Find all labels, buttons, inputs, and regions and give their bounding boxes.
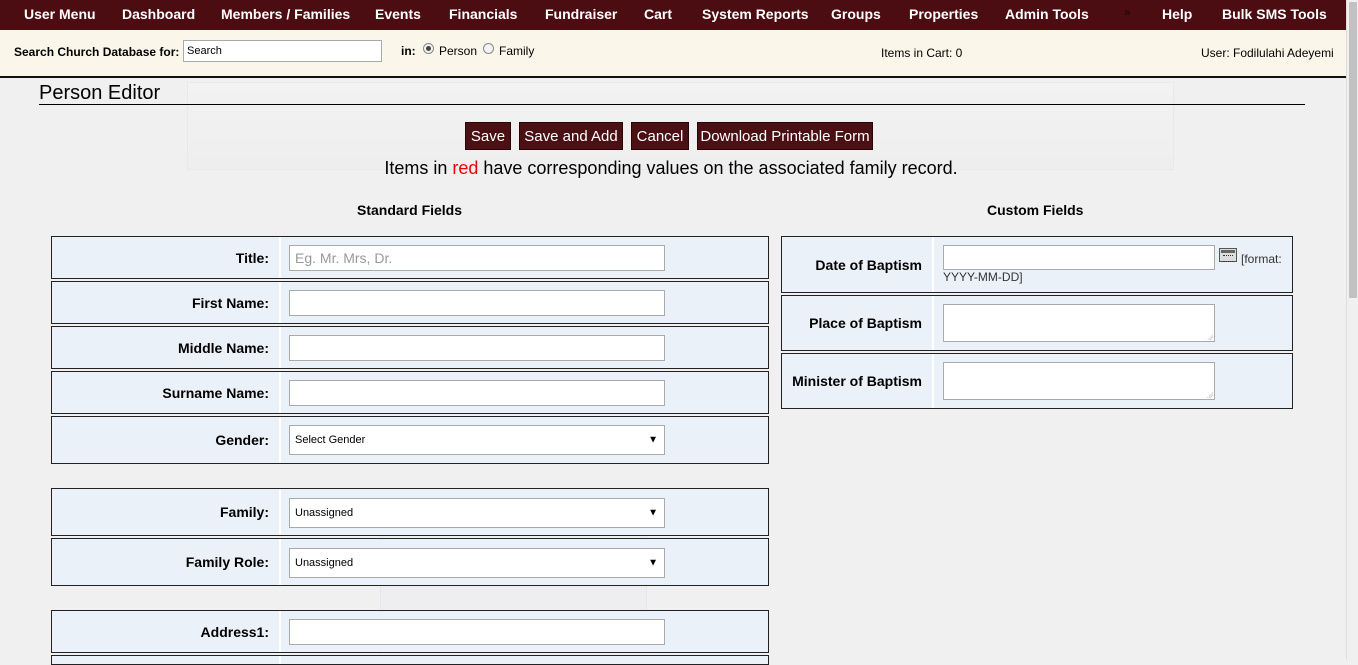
baptism-minister-textarea[interactable] — [943, 362, 1215, 400]
date-format-hint-2: YYYY-MM-DD] — [943, 270, 1023, 284]
note-text-red: red — [452, 158, 479, 178]
gender-select-value: Select Gender — [295, 434, 366, 446]
middle-name-input[interactable] — [289, 335, 665, 361]
address1-input[interactable] — [289, 619, 665, 645]
page-title: Person Editor — [39, 82, 161, 104]
baptism-date-row: Date of Baptism [format: YYYY-MM-DD] — [781, 236, 1293, 293]
gender-label: Gender: — [52, 417, 281, 463]
nav-properties[interactable]: Properties — [909, 6, 978, 22]
address2-label — [52, 656, 281, 664]
nav-fundraiser[interactable]: Fundraiser — [545, 6, 617, 22]
save-button[interactable]: Save — [465, 122, 511, 150]
note-text-after: have corresponding values on the associa… — [478, 158, 958, 178]
search-in-label: in: — [401, 44, 416, 58]
title-label: Title: — [52, 237, 281, 278]
address2-row — [51, 655, 769, 665]
family-role-select[interactable]: Unassigned ▼ — [289, 548, 665, 578]
family-label: Family: — [52, 489, 281, 535]
search-label: Search Church Database for: — [14, 45, 180, 59]
family-role-select-value: Unassigned — [295, 557, 354, 569]
standard-fields-heading: Standard Fields — [357, 202, 463, 218]
nav-system-reports[interactable]: System Reports — [702, 6, 809, 22]
gender-select[interactable]: Select Gender ▼ — [289, 425, 665, 455]
nav-separator: » — [1124, 5, 1131, 19]
first-name-input[interactable] — [289, 290, 665, 316]
surname-row: Surname Name: — [51, 371, 769, 414]
nav-events[interactable]: Events — [375, 6, 421, 22]
cart-count[interactable]: Items in Cart: 0 — [881, 46, 962, 60]
baptism-minister-label: Minister of Baptism — [782, 354, 934, 408]
cancel-button[interactable]: Cancel — [631, 122, 689, 150]
custom-fields-heading: Custom Fields — [987, 202, 1084, 218]
nav-bulk-sms-tools[interactable]: Bulk SMS Tools — [1222, 6, 1327, 22]
first-name-label: First Name: — [52, 282, 281, 323]
nav-dashboard[interactable]: Dashboard — [122, 6, 195, 22]
baptism-place-textarea[interactable] — [943, 304, 1215, 342]
middle-name-row: Middle Name: — [51, 326, 769, 369]
middle-name-label: Middle Name: — [52, 327, 281, 368]
chevron-down-icon: ▼ — [648, 434, 658, 446]
baptism-place-label: Place of Baptism — [782, 296, 934, 350]
date-format-hint: [format: — [1241, 252, 1282, 266]
search-bar: Search Church Database for: in: Person F… — [0, 30, 1346, 78]
nav-user-menu[interactable]: User Menu — [24, 6, 96, 22]
nav-admin-tools[interactable]: Admin Tools — [1005, 6, 1089, 22]
surname-label: Surname Name: — [52, 372, 281, 413]
nav-groups[interactable]: Groups — [831, 6, 881, 22]
nav-help[interactable]: Help — [1162, 6, 1192, 22]
nav-members-families[interactable]: Members / Families — [221, 6, 350, 22]
person-radio-label: Person — [439, 44, 478, 58]
baptism-minister-row: Minister of Baptism — [781, 353, 1293, 409]
family-radio[interactable] — [483, 43, 494, 54]
first-name-row: First Name: — [51, 281, 769, 324]
baptism-date-input[interactable] — [943, 245, 1215, 270]
family-role-row: Family Role: Unassigned ▼ — [51, 538, 769, 586]
family-values-note: Items in red have corresponding values o… — [0, 158, 1342, 179]
save-and-add-button[interactable]: Save and Add — [519, 122, 623, 150]
family-select[interactable]: Unassigned ▼ — [289, 498, 665, 528]
scrollbar-thumb[interactable] — [1349, 2, 1357, 298]
title-divider — [39, 104, 1305, 105]
family-role-label: Family Role: — [52, 539, 281, 585]
baptism-date-label: Date of Baptism — [782, 237, 934, 292]
current-user: User: Fodilulahi Adeyemi — [1201, 46, 1334, 60]
chevron-down-icon: ▼ — [648, 557, 658, 569]
note-text-before: Items in — [384, 158, 453, 178]
search-input[interactable] — [183, 40, 382, 62]
calendar-icon[interactable] — [1219, 248, 1237, 262]
baptism-place-row: Place of Baptism — [781, 295, 1293, 351]
gender-row: Gender: Select Gender ▼ — [51, 416, 769, 464]
vertical-scrollbar[interactable] — [1346, 0, 1358, 659]
title-row: Title: Eg. Mr. Mrs, Dr. — [51, 236, 769, 279]
family-row: Family: Unassigned ▼ — [51, 488, 769, 536]
person-radio[interactable] — [423, 43, 434, 54]
address1-row: Address1: — [51, 610, 769, 653]
nav-financials[interactable]: Financials — [449, 6, 517, 22]
nav-cart[interactable]: Cart — [644, 6, 672, 22]
download-printable-form-button[interactable]: Download Printable Form — [697, 122, 873, 150]
chevron-down-icon: ▼ — [648, 507, 658, 519]
title-input[interactable]: Eg. Mr. Mrs, Dr. — [289, 245, 665, 271]
family-radio-label: Family — [499, 44, 535, 58]
top-nav: User Menu Dashboard Members / Families E… — [0, 0, 1346, 30]
address1-label: Address1: — [52, 611, 281, 652]
family-select-value: Unassigned — [295, 507, 354, 519]
surname-input[interactable] — [289, 380, 665, 406]
